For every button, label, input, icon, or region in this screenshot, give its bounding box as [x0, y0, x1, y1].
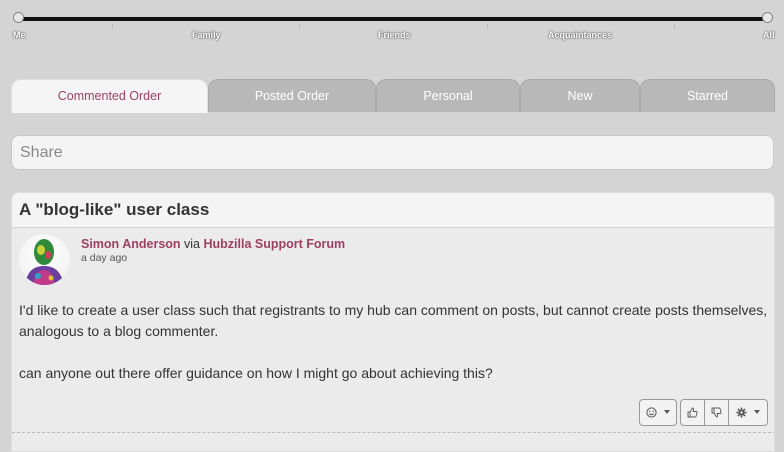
- affinity-slider-track[interactable]: [19, 17, 768, 21]
- post-timestamp: a day ago: [81, 252, 128, 264]
- slider-tick: [112, 24, 113, 29]
- post-author-line: Simon Anderson via Hubzilla Support Foru…: [81, 237, 345, 251]
- via-text: via: [184, 237, 201, 251]
- like-button[interactable]: [680, 399, 705, 426]
- affinity-slider[interactable]: Me Family Friends Acquaintances All: [0, 0, 784, 50]
- post-title: A "blog-like" user class: [12, 193, 774, 228]
- tab-starred[interactable]: Starred: [640, 79, 775, 112]
- tab-posted-order[interactable]: Posted Order: [208, 79, 376, 112]
- divider: [12, 432, 774, 433]
- slider-label-family: Family: [192, 30, 221, 40]
- affinity-slider-min-handle[interactable]: [13, 12, 24, 23]
- post-body: I'd like to create a user class such tha…: [19, 300, 769, 405]
- slider-label-all: All: [763, 30, 775, 40]
- post-card: A "blog-like" user class Simon Anderson …: [11, 192, 775, 452]
- post-paragraph: I'd like to create a user class such tha…: [19, 302, 768, 339]
- share-input[interactable]: Share: [11, 135, 774, 170]
- thumbs-up-icon: [687, 406, 698, 418]
- gear-icon: [736, 406, 750, 418]
- slider-tick: [674, 24, 675, 29]
- author-link[interactable]: Simon Anderson: [81, 237, 181, 251]
- slider-label-me: Me: [13, 30, 26, 40]
- dislike-button[interactable]: [704, 399, 729, 426]
- tab-commented-order[interactable]: Commented Order: [11, 79, 208, 113]
- post-paragraph: can anyone out there offer guidance on h…: [19, 365, 493, 381]
- tab-new[interactable]: New: [520, 79, 640, 112]
- slider-tick: [487, 24, 488, 29]
- thumbs-down-icon: [711, 406, 722, 418]
- forum-link[interactable]: Hubzilla Support Forum: [204, 237, 346, 251]
- feed-tabs: Commented Order Posted Order Personal Ne…: [11, 79, 775, 113]
- smiley-icon: [646, 406, 660, 418]
- slider-label-acquaintances: Acquaintances: [548, 30, 613, 40]
- tab-personal[interactable]: Personal: [376, 79, 520, 112]
- slider-tick: [299, 24, 300, 29]
- slider-label-friends: Friends: [378, 30, 411, 40]
- avatar[interactable]: [19, 234, 70, 285]
- affinity-slider-max-handle[interactable]: [762, 12, 773, 23]
- settings-dropdown-button[interactable]: [728, 399, 768, 426]
- reaction-button[interactable]: [639, 399, 677, 426]
